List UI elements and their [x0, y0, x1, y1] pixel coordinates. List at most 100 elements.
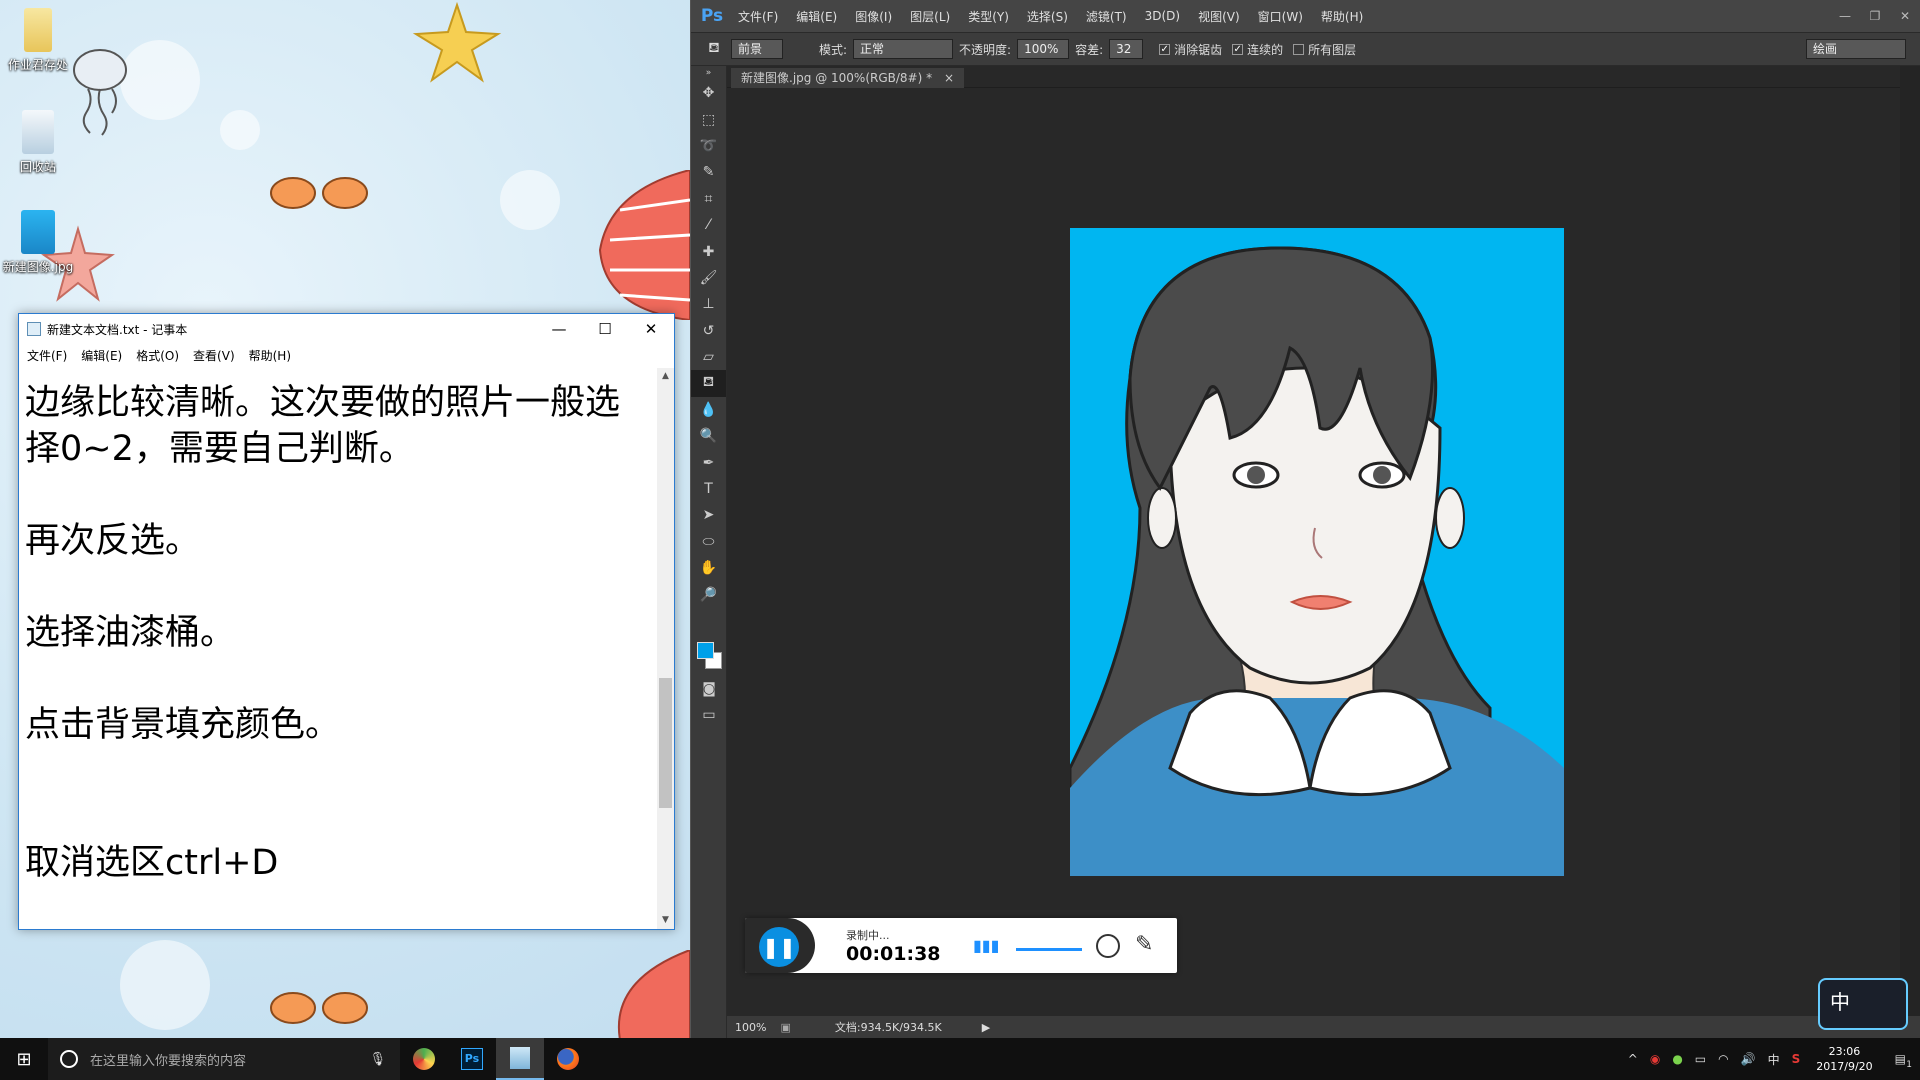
clone-stamp-icon[interactable]: ⊥ [691, 291, 726, 317]
scroll-down-arrow-icon[interactable]: ▼ [657, 912, 674, 929]
volume-slider[interactable] [1016, 948, 1082, 951]
taskbar-app-browser[interactable] [400, 1038, 448, 1080]
security-app-icon[interactable]: ◉ [1650, 1052, 1660, 1066]
dodge-tool-icon[interactable]: 🔍 [691, 423, 726, 449]
paint-bucket-tool-icon[interactable]: ⛾ [691, 370, 726, 397]
ps-menu-view[interactable]: 视图(V) [1198, 8, 1240, 25]
notepad-window[interactable]: 新建文本文档.txt - 记事本 — ☐ ✕ 文件(F) 编辑(E) 格式(O)… [18, 313, 675, 930]
menu-edit[interactable]: 编辑(E) [81, 347, 122, 364]
ime-floating-widget[interactable]: 中 [1818, 978, 1908, 1030]
ps-menu-layer[interactable]: 图层(L) [910, 8, 950, 25]
tab-close-icon[interactable]: × [944, 71, 954, 85]
desktop-icon-recycle-bin[interactable]: 回收站 [0, 110, 78, 175]
marquee-tool-icon[interactable]: ⬚ [691, 106, 726, 132]
pause-button[interactable]: ❚❚ [759, 927, 799, 967]
battery-icon[interactable]: ▭ [1695, 1052, 1706, 1066]
healing-brush-icon[interactable]: ✚ [691, 238, 726, 264]
ps-menu-edit[interactable]: 编辑(E) [796, 8, 837, 25]
zoom-tool-icon[interactable]: 🔎 [691, 581, 726, 607]
contiguous-checkbox[interactable]: ✓ [1232, 43, 1244, 55]
document-canvas[interactable] [1070, 228, 1564, 876]
ps-close-icon[interactable]: ✕ [1890, 9, 1920, 23]
move-tool-icon[interactable]: ✥ [691, 80, 726, 106]
photoshop-window[interactable]: Ps 文件(F) 编辑(E) 图像(I) 图层(L) 类型(Y) 选择(S) 滤… [690, 0, 1920, 1038]
menu-format[interactable]: 格式(O) [136, 347, 179, 364]
status-zoom[interactable]: 100% [735, 1021, 766, 1034]
taskbar-app-photoshop[interactable]: Ps [448, 1038, 496, 1080]
maximize-button[interactable]: ☐ [582, 314, 628, 344]
taskbar: ⊞ 在这里输入你要搜索的内容 🎙 Ps ^ ◉ ● ▭ ◠ 🔊 中 S 23:0… [0, 1038, 1920, 1080]
ps-menu-type[interactable]: 类型(Y) [968, 8, 1009, 25]
ps-restore-icon[interactable]: ❐ [1860, 9, 1890, 23]
opacity-input[interactable]: 100% [1017, 39, 1070, 59]
type-tool-icon[interactable]: T [691, 476, 726, 502]
microphone-icon[interactable]: 🎙 [369, 1052, 386, 1067]
desktop-icon-image[interactable]: 新建图像.jpg [0, 210, 78, 275]
notepad-text-area[interactable]: 边缘比较清晰。这次要做的照片一般选 择0~2，需要自己判断。 再次反选。 选择油… [25, 368, 656, 929]
sogou-input-icon[interactable]: S [1792, 1052, 1801, 1066]
anti-alias-checkbox[interactable]: ✓ [1159, 43, 1171, 55]
ellipse-tool-icon[interactable]: ⬭ [691, 529, 726, 555]
status-menu-arrow-icon[interactable]: ▶ [982, 1021, 990, 1034]
scrollbar-thumb[interactable] [659, 678, 672, 808]
ps-menubar: Ps 文件(F) 编辑(E) 图像(I) 图层(L) 类型(Y) 选择(S) 滤… [691, 0, 1920, 32]
audio-level-icon[interactable]: ▮▮▮ [973, 936, 999, 956]
eraser-tool-icon[interactable]: ▱ [691, 344, 726, 370]
menu-file[interactable]: 文件(F) [27, 347, 67, 364]
pen-tool-icon[interactable]: ✒ [691, 449, 726, 475]
taskbar-app-notepad[interactable] [496, 1038, 544, 1080]
taskbar-app-firefox[interactable] [544, 1038, 592, 1080]
tray-expand-icon[interactable]: ^ [1628, 1052, 1638, 1066]
mode-select[interactable]: 正常 [853, 39, 954, 59]
recorder-control-area: ❚❚ [745, 918, 815, 973]
wifi-icon[interactable]: ◠ [1718, 1052, 1728, 1066]
ps-menu-select[interactable]: 选择(S) [1027, 8, 1068, 25]
menu-help[interactable]: 帮助(H) [249, 347, 291, 364]
foreground-color-swatch[interactable] [697, 642, 714, 659]
all-layers-checkbox[interactable] [1293, 43, 1305, 55]
ime-indicator[interactable]: 中 [1768, 1051, 1780, 1068]
paint-bucket-icon[interactable]: ⛾ [703, 38, 725, 60]
quick-select-tool-icon[interactable]: ✎ [691, 159, 726, 185]
notepad-titlebar[interactable]: 新建文本文档.txt - 记事本 — ☐ ✕ [19, 314, 674, 344]
tolerance-input[interactable]: 32 [1109, 39, 1144, 59]
taskbar-search[interactable]: 在这里输入你要搜索的内容 🎙 [48, 1038, 400, 1080]
path-select-icon[interactable]: ➤ [691, 502, 726, 528]
blur-tool-icon[interactable]: 💧 [691, 397, 726, 423]
crop-tool-icon[interactable]: ⌗ [691, 186, 726, 212]
lasso-tool-icon[interactable]: ➰ [691, 133, 726, 159]
fill-source-select[interactable]: 前景 [731, 39, 783, 59]
ps-minimize-icon[interactable]: — [1830, 9, 1860, 23]
hand-tool-icon[interactable]: ✋ [691, 555, 726, 581]
wechat-icon[interactable]: ● [1672, 1052, 1682, 1066]
menu-view[interactable]: 查看(V) [193, 347, 235, 364]
desktop-icon-folder[interactable]: 作业君存处 [0, 8, 78, 73]
brush-tool-icon[interactable]: 🖌 [691, 265, 726, 291]
ps-menu-3d[interactable]: 3D(D) [1145, 9, 1180, 23]
windows-start-icon[interactable]: ⊞ [0, 1038, 48, 1080]
minimize-button[interactable]: — [536, 314, 582, 344]
history-brush-icon[interactable]: ↺ [691, 318, 726, 344]
scroll-up-arrow-icon[interactable]: ▲ [657, 368, 674, 385]
toolbar-collapse-icon[interactable]: » [691, 66, 726, 80]
workspace-select[interactable]: 绘画 [1806, 39, 1906, 59]
ps-menu-image[interactable]: 图像(I) [855, 8, 892, 25]
webcam-icon[interactable] [1096, 934, 1120, 958]
notepad-scrollbar[interactable]: ▲ ▼ [657, 368, 674, 929]
notification-center-icon[interactable]: ▤ 1 [1895, 1052, 1912, 1070]
annotate-pen-icon[interactable]: ✎ [1135, 932, 1153, 957]
ps-menu-window[interactable]: 窗口(W) [1258, 8, 1303, 25]
ps-toolbar: » ✥ ⬚ ➰ ✎ ⌗ ⁄ ✚ 🖌 ⊥ ↺ ▱ ⛾ 💧 🔍 ✒ T ➤ ⬭ ✋ … [691, 66, 727, 1038]
ps-menu-filter[interactable]: 滤镜(T) [1086, 8, 1127, 25]
contiguous-label: 连续的 [1247, 42, 1284, 57]
ps-menu-help[interactable]: 帮助(H) [1321, 8, 1363, 25]
starfish-decoration [412, 1, 502, 83]
volume-icon[interactable]: 🔊 [1741, 1052, 1756, 1066]
taskbar-clock[interactable]: 23:06 2017/9/20 [1816, 1044, 1872, 1074]
eyedropper-tool-icon[interactable]: ⁄ [691, 212, 726, 238]
document-tab[interactable]: 新建图像.jpg @ 100%(RGB/8#) * × [731, 68, 964, 88]
quick-mask-icon[interactable]: ◙ [691, 676, 727, 702]
screen-mode-icon[interactable]: ▭ [691, 702, 727, 728]
ps-menu-file[interactable]: 文件(F) [738, 8, 778, 25]
close-button[interactable]: ✕ [628, 314, 674, 344]
